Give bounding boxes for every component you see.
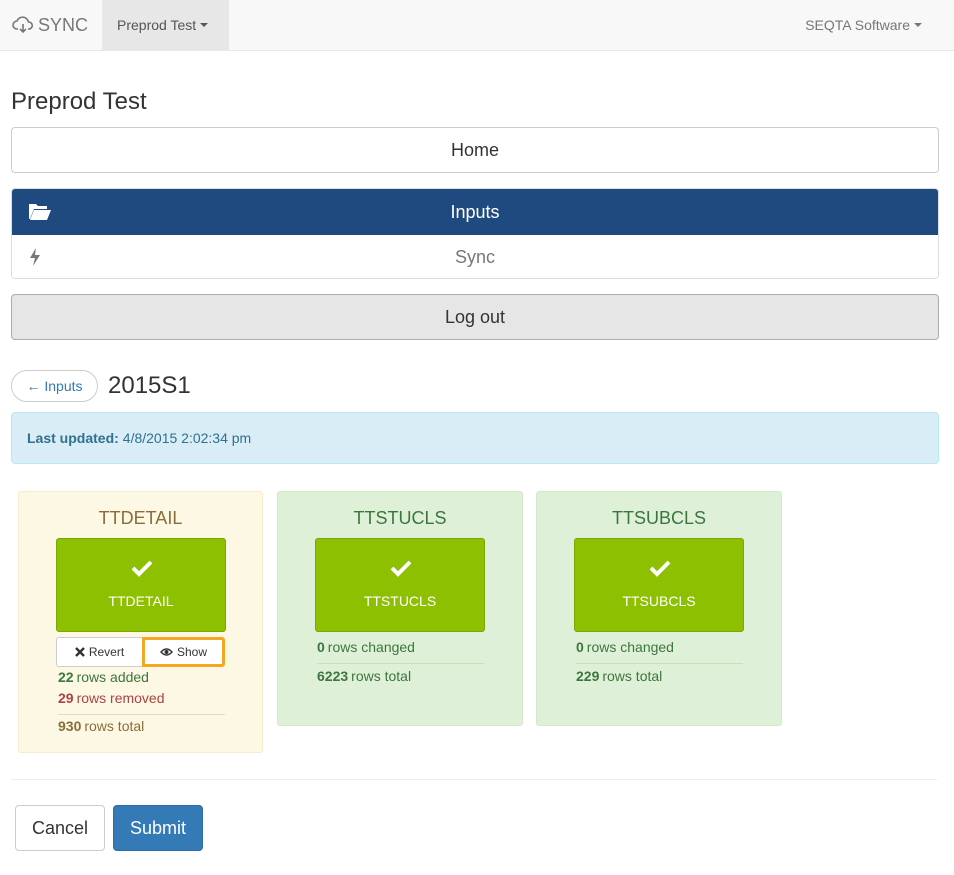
show-label: Show xyxy=(176,645,208,659)
tile-label: TTDETAIL xyxy=(108,593,174,609)
nav-item-label: Inputs xyxy=(450,201,500,222)
rows-total-count: 229 xyxy=(576,668,600,684)
top-navbar: SYNC Preprod Test SEQTA Software xyxy=(0,0,954,51)
back-to-inputs-button[interactable]: ← Inputs xyxy=(11,370,98,402)
rows-total-text: rows total xyxy=(351,668,412,684)
rows-total-count: 6223 xyxy=(317,668,349,684)
submit-button[interactable]: Submit xyxy=(113,805,203,851)
rows-added-text: rows added xyxy=(76,669,149,685)
rows-total-count: 930 xyxy=(58,718,82,734)
alert-label: Last updated: xyxy=(27,430,119,446)
table-tile[interactable]: TTDETAIL xyxy=(56,538,226,632)
lightning-icon xyxy=(30,248,40,266)
panel-title: TTDETAIL xyxy=(98,508,183,528)
page-title: Preprod Test xyxy=(11,88,147,115)
caret-down-icon xyxy=(914,23,922,27)
rows-total: 930 rows total xyxy=(58,718,144,734)
cloud-sync-icon xyxy=(12,16,34,34)
check-icon xyxy=(649,560,671,577)
rows-changed: 0 rows changed xyxy=(317,639,415,655)
panel-title: TTSUBCLS xyxy=(611,508,707,528)
account-dropdown[interactable]: SEQTA Software xyxy=(790,0,937,50)
check-icon xyxy=(390,560,412,577)
brand[interactable]: SYNC xyxy=(12,13,88,37)
nav-list: Inputs Sync xyxy=(11,188,939,279)
table-tile[interactable]: TTSTUCLS xyxy=(315,538,485,632)
input-heading: 2015S1 xyxy=(108,372,191,399)
rows-removed-text: rows removed xyxy=(76,690,165,706)
home-button[interactable]: Home xyxy=(11,127,939,173)
stat-divider xyxy=(317,663,484,664)
tile-label: TTSUBCLS xyxy=(622,593,696,609)
panel-title: TTSTUCLS xyxy=(353,508,447,528)
folder-open-icon xyxy=(29,204,51,220)
table-panel-ttstucls: TTSTUCLS TTSTUCLS 0 rows changed 6223 rows… xyxy=(277,491,523,726)
nav-item-inputs[interactable]: Inputs xyxy=(12,189,938,235)
cancel-button[interactable]: Cancel xyxy=(15,805,105,851)
brand-label: SYNC xyxy=(38,14,89,35)
revert-button[interactable]: Revert xyxy=(56,637,143,667)
rows-changed: 0 rows changed xyxy=(576,639,674,655)
rows-changed-count: 0 xyxy=(576,639,584,655)
stat-divider xyxy=(58,714,225,715)
rows-total: 229 rows total xyxy=(576,668,662,684)
rows-changed-text: rows changed xyxy=(586,639,674,655)
revert-label: Revert xyxy=(88,645,125,659)
alert-value: 4/8/2015 2:02:34 pm xyxy=(122,430,252,446)
rows-changed-count: 0 xyxy=(317,639,325,655)
rows-total: 6223 rows total xyxy=(317,668,411,684)
close-icon xyxy=(74,647,85,657)
rows-total-text: rows total xyxy=(84,718,145,734)
rows-added-count: 22 xyxy=(58,669,74,685)
last-updated-alert: Last updated: 4/8/2015 2:02:34 pm xyxy=(11,412,939,464)
rows-changed-text: rows changed xyxy=(327,639,415,655)
nav-item-label: Sync xyxy=(454,247,496,267)
table-panel-ttdetail: TTDETAIL TTDETAIL Revert Show 22 rows add… xyxy=(18,491,263,753)
rows-removed-count: 29 xyxy=(58,690,74,706)
nav-item-sync[interactable]: Sync xyxy=(12,235,938,278)
table-panel-ttsubcls: TTSUBCLS TTSUBCLS 0 rows changed 229 rows … xyxy=(536,491,782,726)
table-tile[interactable]: TTSUBCLS xyxy=(574,538,744,632)
account-dropdown-label: SEQTA Software xyxy=(805,17,910,33)
project-dropdown[interactable]: Preprod Test xyxy=(102,0,229,50)
show-button[interactable]: Show xyxy=(142,637,225,667)
caret-down-icon xyxy=(200,23,209,27)
logout-button[interactable]: Log out xyxy=(11,294,939,340)
check-icon xyxy=(131,560,153,577)
divider xyxy=(11,779,937,780)
rows-added: 22 rows added xyxy=(58,669,149,685)
panel-actions: Revert Show xyxy=(56,637,226,667)
stat-divider xyxy=(576,663,743,664)
rows-total-text: rows total xyxy=(602,668,663,684)
tile-label: TTSTUCLS xyxy=(363,593,437,609)
eye-icon xyxy=(160,648,173,656)
project-dropdown-label: Preprod Test xyxy=(117,17,197,33)
rows-removed: 29 rows removed xyxy=(58,690,165,706)
